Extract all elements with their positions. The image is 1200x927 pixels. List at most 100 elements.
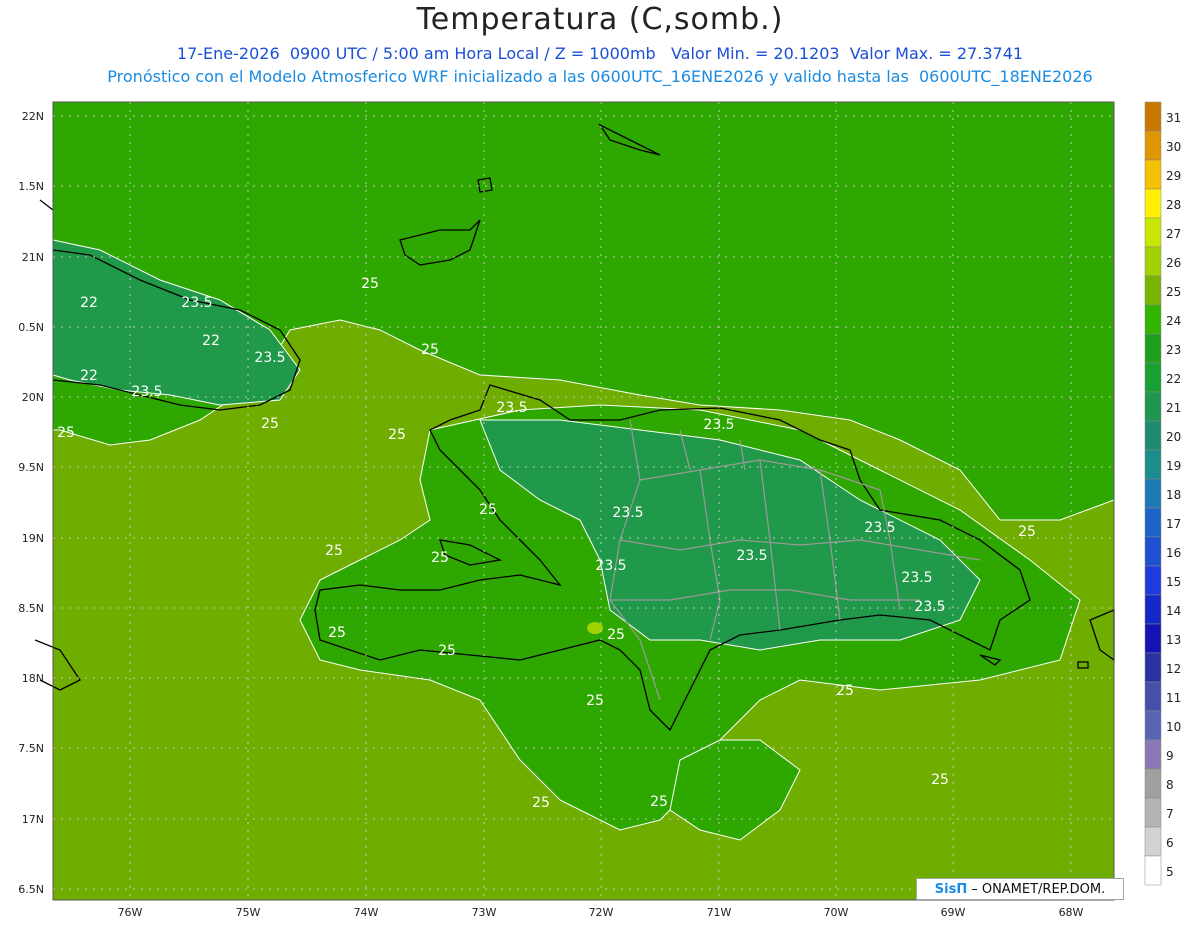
colorbar-label: 14 (1166, 604, 1181, 618)
contour-label: 23.5 (254, 350, 285, 366)
contour-label: 23.5 (914, 599, 945, 615)
lat-label: 20N (22, 391, 44, 404)
contour-label: 23.5 (736, 548, 767, 564)
contour-label: 23.5 (703, 417, 734, 433)
colorbar-swatch (1144, 333, 1162, 364)
colorbar-label: 30 (1166, 140, 1181, 154)
colorbar-label: 27 (1166, 227, 1181, 241)
lon-label: 76W (118, 906, 143, 919)
lat-label: 8.5N (18, 602, 44, 615)
lat-label: 21N (22, 251, 44, 264)
colorbar-swatch (1144, 594, 1162, 625)
credit-box: SisΠ – ONAMET/REP.DOM. (916, 878, 1124, 900)
lat-label: 19N (22, 532, 44, 545)
contour-label: 23.5 (496, 400, 527, 416)
temperature-map: 22N 1.5N 21N 0.5N 20N 9.5N 19N 8.5N 18N … (18, 101, 1181, 919)
colorbar-swatch (1144, 681, 1162, 712)
contour-label: 23.5 (131, 384, 162, 400)
lon-label: 69W (941, 906, 966, 919)
latitude-labels: 22N 1.5N 21N 0.5N 20N 9.5N 19N 8.5N 18N … (18, 110, 44, 896)
longitude-labels: 76W 75W 74W 73W 72W 71W 70W 69W 68W (118, 906, 1084, 919)
colorbar-label: 18 (1166, 488, 1181, 502)
colorbar-swatch (1144, 275, 1162, 306)
colorbar-label: 26 (1166, 256, 1181, 270)
colorbar-label: 15 (1166, 575, 1181, 589)
contour-label: 25 (57, 425, 75, 441)
colorbar-label: 5 (1166, 865, 1174, 879)
lon-label: 68W (1059, 906, 1084, 919)
lat-label: 9.5N (18, 461, 44, 474)
colorbar-label: 6 (1166, 836, 1174, 850)
colorbar-swatch (1144, 449, 1162, 480)
colorbar-label: 21 (1166, 401, 1181, 415)
credit-org: – ONAMET/REP.DOM. (971, 881, 1106, 897)
contour-label: 25 (361, 276, 379, 292)
colorbar-swatch (1144, 507, 1162, 538)
colorbar-swatch (1144, 739, 1162, 770)
contour-label: 25 (607, 627, 625, 643)
contour-label: 22 (80, 295, 98, 311)
contour-label: 25 (479, 502, 497, 518)
contour-label: 25 (532, 795, 550, 811)
lon-label: 72W (589, 906, 614, 919)
colorbar-label: 11 (1166, 691, 1181, 705)
colorbar-label: 7 (1166, 807, 1174, 821)
contour-label: 25 (586, 693, 604, 709)
contour-label: 23.5 (595, 558, 626, 574)
colorbar-swatch (1144, 130, 1162, 161)
sispi-logo-text: SisΠ (934, 881, 968, 897)
colorbar-swatch (1144, 652, 1162, 683)
colorbar-label: 16 (1166, 546, 1181, 560)
colorbar-label: 8 (1166, 778, 1174, 792)
lon-label: 71W (707, 906, 732, 919)
colorbar-swatch (1144, 362, 1162, 393)
contour-label: 25 (1018, 524, 1036, 540)
colorbar-swatch (1144, 768, 1162, 799)
contour-label: 22 (80, 368, 98, 384)
colorbar: 31 30 29 28 27 26 25 24 23 22 21 20 19 18 17 16 15 14 13 12… (1144, 101, 1181, 886)
colorbar-swatch (1144, 623, 1162, 654)
lat-label: 22N (22, 110, 44, 123)
colorbar-label: 13 (1166, 633, 1181, 647)
colorbar-swatch (1144, 188, 1162, 219)
colorbar-swatch (1144, 217, 1162, 248)
colorbar-label: 24 (1166, 314, 1181, 328)
colorbar-swatch (1144, 420, 1162, 451)
colorbar-label: 17 (1166, 517, 1181, 531)
colorbar-label: 19 (1166, 459, 1181, 473)
contour-label: 25 (650, 794, 668, 810)
lat-label: 1.5N (18, 180, 44, 193)
lon-label: 70W (824, 906, 849, 919)
colorbar-swatch (1144, 855, 1162, 886)
colorbar-swatch (1144, 159, 1162, 190)
colorbar-swatch (1144, 391, 1162, 422)
contour-label: 25 (261, 416, 279, 432)
contour-label: 23.5 (901, 570, 932, 586)
contour-label: 25 (325, 543, 343, 559)
colorbar-label: 12 (1166, 662, 1181, 676)
contour-label: 25 (931, 772, 949, 788)
colorbar-label: 29 (1166, 169, 1181, 183)
contour-label: 23.5 (181, 295, 212, 311)
colorbar-label: 22 (1166, 372, 1181, 386)
colorbar-label: 25 (1166, 285, 1181, 299)
contour-label: 25 (438, 643, 456, 659)
colorbar-label: 23 (1166, 343, 1181, 357)
lon-label: 74W (354, 906, 379, 919)
contour-label: 25 (328, 625, 346, 641)
lat-label: 17N (22, 813, 44, 826)
colorbar-swatch (1144, 536, 1162, 567)
contour-label: 23.5 (864, 520, 895, 536)
lat-label: 7.5N (18, 742, 44, 755)
colorbar-label: 20 (1166, 430, 1181, 444)
lon-label: 73W (472, 906, 497, 919)
contour-label: 22 (202, 333, 220, 349)
colorbar-swatch (1144, 246, 1162, 277)
lat-label: 18N (22, 672, 44, 685)
colorbar-swatch (1144, 565, 1162, 596)
contour-label: 25 (421, 342, 439, 358)
colorbar-swatch (1144, 710, 1162, 741)
colorbar-swatch (1144, 797, 1162, 828)
contour-label: 25 (388, 427, 406, 443)
colorbar-label: 28 (1166, 198, 1181, 212)
